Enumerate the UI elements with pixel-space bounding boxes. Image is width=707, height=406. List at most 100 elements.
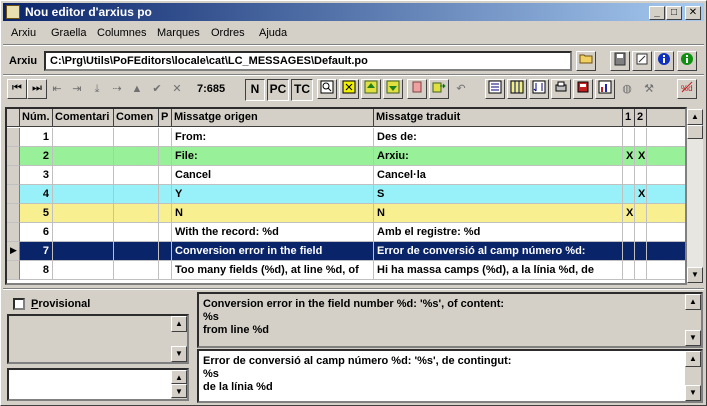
table-row[interactable]: 3 Cancel Cancel·la — [7, 166, 685, 185]
source-scroll-up[interactable]: ▲ — [685, 294, 701, 310]
cell-com2[interactable] — [114, 128, 159, 147]
insert-button[interactable]: ⇥ — [67, 79, 87, 99]
header-p[interactable]: P — [159, 109, 172, 127]
search-button[interactable] — [317, 79, 337, 99]
cell-c2[interactable] — [635, 204, 647, 223]
cell-num[interactable]: 2 — [20, 147, 53, 166]
minimize-button[interactable]: _ — [649, 6, 665, 20]
cell-origen[interactable]: File: — [172, 147, 374, 166]
cell-p[interactable] — [159, 223, 172, 242]
cell-num[interactable]: 4 — [20, 185, 53, 204]
cell-p[interactable] — [159, 185, 172, 204]
cell-com1[interactable] — [53, 166, 114, 185]
comment-scroll-down[interactable]: ▼ — [171, 346, 187, 362]
table-row[interactable]: ▶ 7 Conversion error in the field Error de … — [7, 242, 685, 261]
toggle-tc-button[interactable]: TC — [291, 79, 313, 101]
cell-traduit[interactable]: Arxiu: — [374, 147, 623, 166]
format-button[interactable]: %d — [677, 79, 697, 99]
last-record-button[interactable]: ⏭ — [27, 79, 47, 99]
cell-c1[interactable]: X — [623, 147, 635, 166]
tools-button[interactable]: ⚒ — [639, 79, 659, 99]
maximize-button[interactable]: □ — [666, 6, 682, 20]
header-flag-2[interactable]: 2 — [635, 109, 647, 127]
cell-origen[interactable]: Y — [172, 185, 374, 204]
toggle-n-button[interactable]: N — [245, 79, 265, 101]
copy-button[interactable] — [429, 79, 449, 99]
header-source-message[interactable]: Missatge origen — [172, 109, 374, 127]
insert-first-button[interactable]: ⇤ — [47, 79, 67, 99]
edit-button[interactable] — [632, 51, 652, 71]
cell-num[interactable]: 1 — [20, 128, 53, 147]
cell-c1[interactable] — [623, 166, 635, 185]
table-row[interactable]: 6 With the record: %d Amb el registre: %d — [7, 223, 685, 242]
toggle-pc-button[interactable]: PC — [267, 79, 289, 101]
header-translated-message[interactable]: Missatge traduit — [374, 109, 623, 127]
menu-marques[interactable]: Marques — [157, 27, 200, 39]
cell-c2[interactable]: X — [635, 147, 647, 166]
cell-com2[interactable] — [114, 223, 159, 242]
sort-button[interactable] — [529, 79, 549, 99]
cell-traduit[interactable]: Hi ha massa camps (%d), a la línia %d, d… — [374, 261, 623, 280]
list-view-button[interactable] — [485, 79, 505, 99]
undo-button[interactable]: ↶ — [451, 79, 471, 99]
cell-c1[interactable] — [623, 261, 635, 280]
export-button[interactable] — [573, 79, 593, 99]
cell-c2[interactable] — [635, 166, 647, 185]
source-scrollbar[interactable]: ▲ ▼ — [685, 294, 701, 346]
header-flag-1[interactable]: 1 — [623, 109, 635, 127]
cell-com2[interactable] — [114, 185, 159, 204]
table-row[interactable]: 8 Too many fields (%d), at line %d, of Hi … — [7, 261, 685, 280]
table-row[interactable]: 5NNX — [7, 204, 685, 223]
cell-com1[interactable] — [53, 185, 114, 204]
comment-scroll-up[interactable]: ▲ — [171, 316, 187, 332]
table-row[interactable]: 1 From: Des de: — [7, 128, 685, 147]
about-button[interactable] — [677, 51, 697, 71]
provisional-checkbox[interactable] — [13, 298, 25, 310]
move-up-button[interactable]: ▲ — [127, 79, 147, 99]
cell-com1[interactable] — [53, 147, 114, 166]
cell-c1[interactable] — [623, 128, 635, 147]
cell-com1[interactable] — [53, 128, 114, 147]
cell-origen[interactable]: From: — [172, 128, 374, 147]
cell-c2[interactable] — [635, 242, 647, 261]
cell-traduit[interactable]: Des de: — [374, 128, 623, 147]
cell-p[interactable] — [159, 128, 172, 147]
table-row[interactable]: 4 YSX — [7, 185, 685, 204]
cell-num[interactable]: 3 — [20, 166, 53, 185]
table-row[interactable]: 2 File: Arxiu: X X — [7, 147, 685, 166]
cell-origen[interactable]: With the record: %d — [172, 223, 374, 242]
menu-ordres[interactable]: Ordres — [211, 27, 245, 39]
cell-origen[interactable]: Too many fields (%d), at line %d, of — [172, 261, 374, 280]
save-button[interactable] — [610, 51, 630, 71]
confirm-button[interactable]: ✔ — [147, 79, 167, 99]
first-record-button[interactable]: ⏮ — [7, 79, 27, 99]
columns-button[interactable] — [507, 79, 527, 99]
cell-p[interactable] — [159, 147, 172, 166]
append-button[interactable]: ⤓ — [87, 79, 107, 99]
cell-c2[interactable] — [635, 223, 647, 242]
source-scroll-down[interactable]: ▼ — [685, 330, 701, 346]
cell-num[interactable]: 7 — [20, 242, 53, 261]
cell-traduit[interactable]: Cancel·la — [374, 166, 623, 185]
menu-graella[interactable]: Graella — [51, 27, 86, 39]
splitter[interactable] — [3, 288, 704, 290]
scroll-thumb[interactable] — [687, 125, 703, 139]
header-comment-2[interactable]: Comen — [114, 109, 159, 127]
cell-p[interactable] — [159, 166, 172, 185]
translation-text[interactable]: Error de conversió al camp número %d: '%… — [203, 355, 511, 394]
cell-origen[interactable]: Conversion error in the field — [172, 242, 374, 261]
cell-num[interactable]: 6 — [20, 223, 53, 242]
cancel-edit-button[interactable]: ✕ — [167, 79, 187, 99]
cell-com2[interactable] — [114, 261, 159, 280]
cell-origen[interactable]: N — [172, 204, 374, 223]
open-folder-button[interactable] — [576, 51, 596, 71]
info-button[interactable] — [654, 51, 674, 71]
header-comment[interactable]: Comentari — [53, 109, 114, 127]
cell-p[interactable] — [159, 204, 172, 223]
translation-text-panel[interactable]: Error de conversió al camp número %d: '%… — [197, 349, 703, 403]
cell-com1[interactable] — [53, 242, 114, 261]
cell-com2[interactable] — [114, 242, 159, 261]
cell-c1[interactable] — [623, 223, 635, 242]
cell-com1[interactable] — [53, 261, 114, 280]
cell-com1[interactable] — [53, 204, 114, 223]
